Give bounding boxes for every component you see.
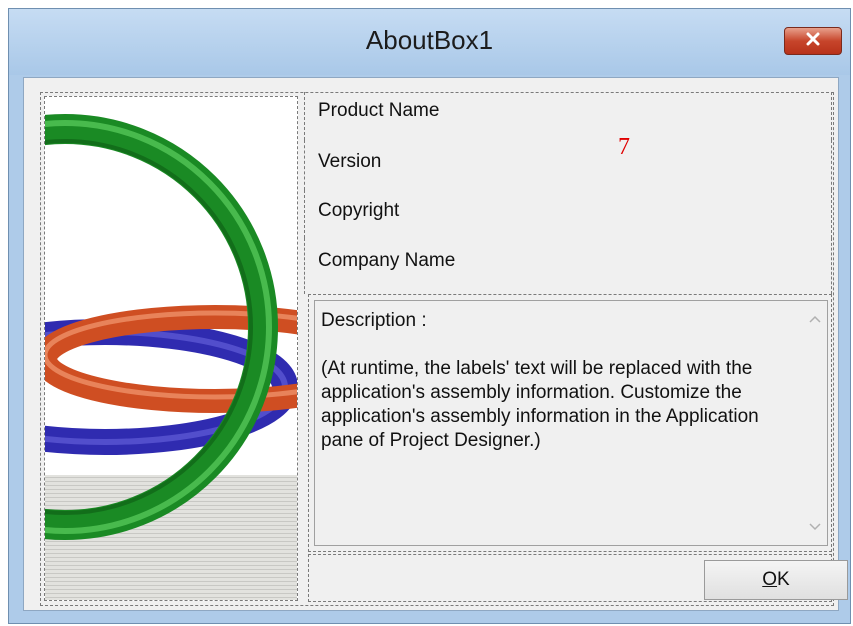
- close-button[interactable]: [784, 27, 842, 55]
- version-row: [304, 140, 832, 190]
- dialog-client-area: Product Name Version Copyright Company N…: [23, 77, 848, 611]
- logo-picture-box: [44, 96, 298, 601]
- chevron-up-icon: [809, 310, 821, 328]
- company-name-label: Company Name: [318, 250, 456, 271]
- overlay-marker-number: 7: [618, 134, 630, 160]
- chevron-down-icon: [809, 518, 821, 536]
- ok-button[interactable]: OK: [704, 560, 848, 600]
- description-textbox[interactable]: Description : (At runtime, the labels' t…: [314, 300, 828, 546]
- about-dialog-window: AboutBox1 Product Name Version Copyright…: [8, 8, 851, 624]
- scroll-up-button[interactable]: [804, 308, 826, 330]
- description-text: Description : (At runtime, the labels' t…: [321, 309, 791, 453]
- title-bar[interactable]: AboutBox1: [9, 9, 850, 75]
- close-icon: [805, 32, 821, 51]
- ok-button-mnemonic: O: [762, 569, 778, 590]
- scroll-down-button[interactable]: [804, 516, 826, 538]
- description-body: (At runtime, the labels' text will be re…: [321, 358, 759, 451]
- ok-button-label-rest: K: [777, 569, 790, 590]
- version-label: Version: [318, 151, 382, 172]
- product-name-label: Product Name: [318, 100, 440, 121]
- description-scrollbar[interactable]: [804, 302, 826, 544]
- rings-logo-image: [45, 97, 297, 600]
- window-title: AboutBox1: [365, 25, 494, 55]
- copyright-label: Copyright: [318, 200, 400, 221]
- description-heading: Description :: [321, 310, 427, 331]
